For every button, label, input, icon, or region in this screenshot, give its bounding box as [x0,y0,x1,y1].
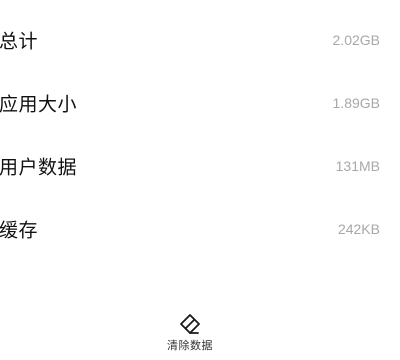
storage-row-user-data: 用户数据 131MB [0,146,400,186]
storage-row-label: 应用大小 [0,93,78,116]
storage-row-label: 用户数据 [0,156,78,179]
storage-row-value: 2.02GB [332,32,380,48]
clear-data-label: 清除数据 [167,339,213,352]
app-storage-page: 总计 2.02GB 应用大小 1.89GB 用户数据 131MB 缓存 242K… [0,0,400,360]
storage-row-total: 总计 2.02GB [0,20,400,60]
storage-row-label: 总计 [0,30,39,53]
storage-row-cache: 缓存 242KB [0,209,400,249]
storage-row-value: 1.89GB [332,95,380,111]
storage-row-value: 131MB [335,158,380,174]
clear-data-button[interactable]: 清除数据 [150,312,230,358]
storage-row-value: 242KB [337,221,380,237]
storage-row-app-size: 应用大小 1.89GB [0,83,400,123]
eraser-icon [180,314,200,334]
storage-row-label: 缓存 [0,219,39,242]
